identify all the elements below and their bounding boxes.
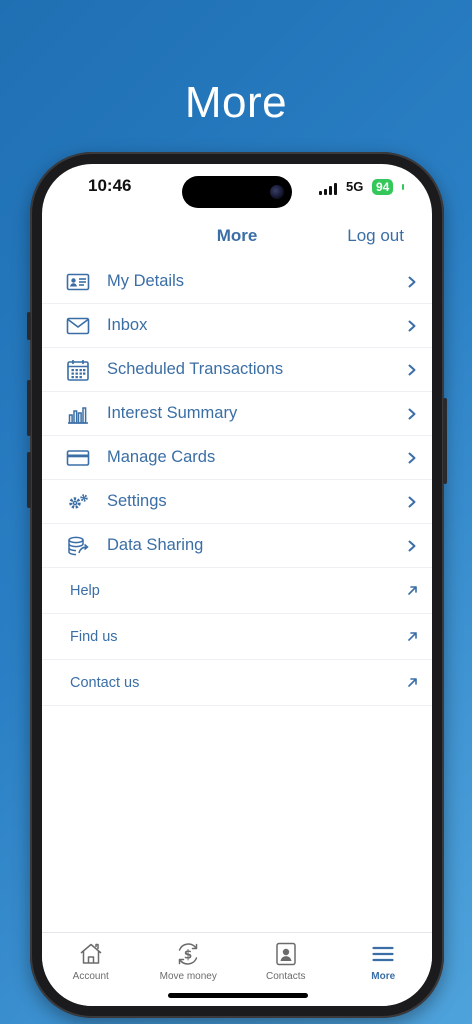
tab-label: Account (72, 971, 109, 982)
home-indicator (168, 993, 308, 998)
nav-header: More Log out (42, 216, 432, 256)
battery-icon: 94 (372, 179, 394, 195)
signal-strength-icon (319, 183, 337, 195)
more-menu: My Details Inbox Scheduled Transactions … (42, 260, 432, 706)
menu-item-my-details[interactable]: My Details (42, 260, 432, 304)
svg-text:$: $ (184, 948, 192, 962)
status-bar: 10:46 5G 94 (42, 164, 432, 210)
phone-screen: 10:46 5G 94 More Log out My Details Inbo… (42, 164, 432, 1006)
chevron-right-icon (406, 540, 418, 552)
link-contact-us[interactable]: Contact us (42, 660, 432, 706)
tab-label: Contacts (266, 971, 306, 982)
tab-label: More (371, 971, 396, 982)
chevron-right-icon (406, 408, 418, 420)
dynamic-island (182, 176, 292, 208)
link-find-us[interactable]: Find us (42, 614, 432, 660)
external-link-arrow-icon (407, 631, 418, 642)
external-link-arrow-icon (407, 585, 418, 596)
menu-item-manage-cards[interactable]: Manage Cards (42, 436, 432, 480)
chevron-right-icon (406, 320, 418, 332)
tab-account[interactable]: Account (42, 933, 140, 1006)
network-type: 5G (346, 179, 364, 194)
logout-button[interactable]: Log out (347, 226, 404, 246)
hamburger-menu-icon (370, 941, 396, 967)
menu-item-scheduled-transactions[interactable]: Scheduled Transactions (42, 348, 432, 392)
gears-icon (66, 490, 90, 514)
menu-item-label: Settings (107, 492, 167, 510)
menu-item-settings[interactable]: Settings (42, 480, 432, 524)
credit-card-icon (66, 446, 90, 470)
camera-icon (270, 185, 284, 199)
envelope-icon (66, 314, 90, 338)
phone-power-button (443, 398, 447, 484)
menu-item-label: Inbox (107, 316, 148, 334)
bar-chart-icon (66, 402, 90, 426)
phone-side-button (27, 312, 31, 340)
phone-volume-down (27, 452, 31, 508)
chevron-right-icon (406, 452, 418, 464)
menu-item-interest-summary[interactable]: Interest Summary (42, 392, 432, 436)
status-time: 10:46 (88, 176, 132, 195)
contact-card-icon (273, 941, 299, 967)
menu-item-label: My Details (107, 272, 185, 290)
battery-level: 94 (376, 180, 390, 194)
link-help[interactable]: Help (42, 568, 432, 614)
hero-title: More (184, 78, 288, 127)
link-label: Find us (70, 628, 118, 645)
home-icon (78, 941, 104, 967)
menu-item-label: Manage Cards (107, 448, 216, 466)
menu-item-label: Scheduled Transactions (107, 360, 284, 378)
chevron-right-icon (406, 496, 418, 508)
link-label: Contact us (70, 674, 140, 691)
menu-item-inbox[interactable]: Inbox (42, 304, 432, 348)
bottom-tab-bar: Account $ Move money Contacts More (42, 932, 432, 1006)
link-label: Help (70, 582, 100, 599)
calendar-icon (66, 358, 90, 382)
menu-item-label: Interest Summary (107, 404, 238, 422)
id-card-icon (66, 270, 90, 294)
external-link-arrow-icon (407, 677, 418, 688)
menu-item-label: Data Sharing (107, 536, 204, 554)
chevron-right-icon (406, 364, 418, 376)
dollar-transfer-icon: $ (175, 941, 201, 967)
chevron-right-icon (406, 276, 418, 288)
phone-frame: 10:46 5G 94 More Log out My Details Inbo… (27, 152, 447, 1018)
database-share-icon (66, 534, 90, 558)
phone-volume-up (27, 380, 31, 436)
battery-tip (402, 184, 404, 190)
tab-label: Move money (159, 971, 217, 982)
tab-more[interactable]: More (335, 933, 433, 1006)
menu-item-data-sharing[interactable]: Data Sharing (42, 524, 432, 568)
